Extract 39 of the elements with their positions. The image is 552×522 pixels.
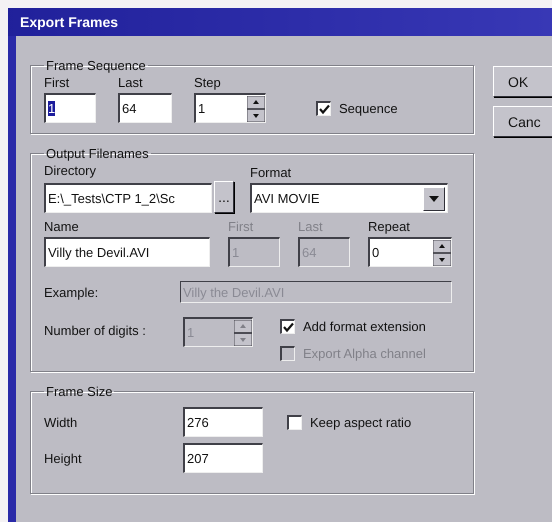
- field-label: Step: [194, 75, 222, 90]
- spinner-icon[interactable]: [433, 240, 451, 266]
- spinner-icon[interactable]: [247, 96, 265, 122]
- window-title: Export Frames: [8, 8, 552, 36]
- group-title: Output Filenames: [45, 146, 150, 161]
- field-label: Number of digits :: [44, 323, 146, 338]
- checkbox[interactable]: [280, 319, 295, 334]
- checkbox[interactable]: [316, 101, 331, 116]
- first-field[interactable]: 1: [44, 93, 96, 123]
- checkbox-label: Sequence: [339, 101, 398, 116]
- field-label: First: [44, 75, 70, 90]
- group-title: Frame Sequence: [45, 58, 147, 73]
- field-label: Last: [298, 219, 324, 234]
- repeat-field[interactable]: 0: [368, 237, 452, 267]
- directory-field[interactable]: E:\_Tests\CTP 1_2\Sc: [44, 183, 212, 213]
- cancel-button[interactable]: Canc: [493, 106, 552, 137]
- field-label: Format: [250, 165, 292, 180]
- dropdown-arrow-icon: [429, 196, 439, 202]
- field-label: Height: [44, 450, 82, 466]
- checkbox-label: Export Alpha channel: [303, 346, 426, 361]
- field-label: Last: [118, 75, 144, 90]
- group-title: Frame Size: [45, 384, 114, 399]
- field-label: Example:: [44, 284, 98, 300]
- checkbox-label: Add format extension: [303, 319, 426, 334]
- name-field[interactable]: Villy the Devil.AVI: [44, 237, 210, 267]
- height-field[interactable]: 207: [183, 443, 263, 473]
- width-field[interactable]: 276: [183, 407, 263, 437]
- browse-button[interactable]: ...: [214, 181, 234, 213]
- field-label: Repeat: [368, 219, 411, 234]
- field-label: First: [228, 219, 254, 234]
- field-label: Name: [44, 219, 80, 234]
- ok-button[interactable]: OK: [493, 66, 552, 97]
- checkbox[interactable]: [287, 414, 302, 430]
- step-field[interactable]: 1: [194, 93, 266, 123]
- last-field[interactable]: 64: [118, 93, 172, 123]
- format-dropdown[interactable]: AVI MOVIE: [250, 183, 448, 213]
- checkbox-label: Keep aspect ratio: [310, 414, 412, 430]
- field-label: Directory: [44, 163, 98, 178]
- field-label: Width: [44, 414, 78, 430]
